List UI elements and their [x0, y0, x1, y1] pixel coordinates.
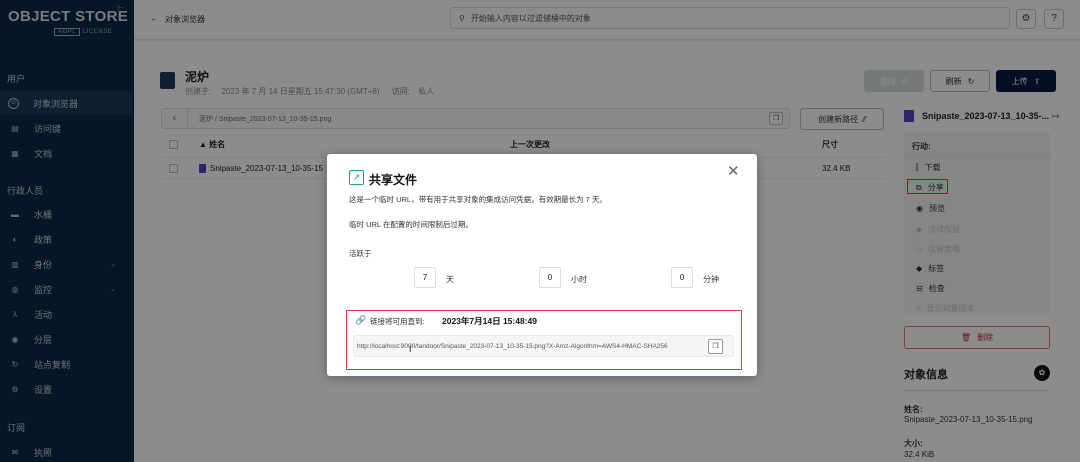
- minutes-unit: 分钟: [703, 275, 719, 284]
- share-icon: ↗: [349, 170, 364, 185]
- valid-until-label: 链接将可用直到:: [370, 317, 425, 326]
- copy-url-button[interactable]: ❐: [708, 339, 723, 354]
- valid-until-value: 2023年7月14日 15:48:49: [442, 316, 537, 326]
- days-unit: 天: [446, 275, 454, 284]
- dialog-expiry-note: 临时 URL 在配置的时间限制后过期。: [349, 220, 473, 229]
- copy-icon: ❐: [712, 343, 719, 350]
- dialog-title: 共享文件: [369, 173, 418, 187]
- link-icon: 🔗: [355, 315, 367, 325]
- dialog-description: 这是一个临时 URL，带有用于共享对象的集成访问凭据，有效期最长为 7 天。: [349, 195, 607, 204]
- close-button[interactable]: ✕: [727, 162, 740, 180]
- share-file-dialog: ↗ 共享文件 ✕ 这是一个临时 URL，带有用于共享对象的集成访问凭据，有效期最…: [327, 154, 757, 376]
- minutes-input[interactable]: 0: [671, 267, 693, 288]
- text-cursor-icon: I: [409, 344, 412, 354]
- close-icon: ✕: [727, 163, 740, 180]
- hours-input[interactable]: 0: [539, 267, 561, 288]
- active-for-label: 活跃于: [349, 249, 372, 258]
- hours-unit: 小时: [571, 275, 587, 284]
- days-input[interactable]: 7: [414, 267, 436, 288]
